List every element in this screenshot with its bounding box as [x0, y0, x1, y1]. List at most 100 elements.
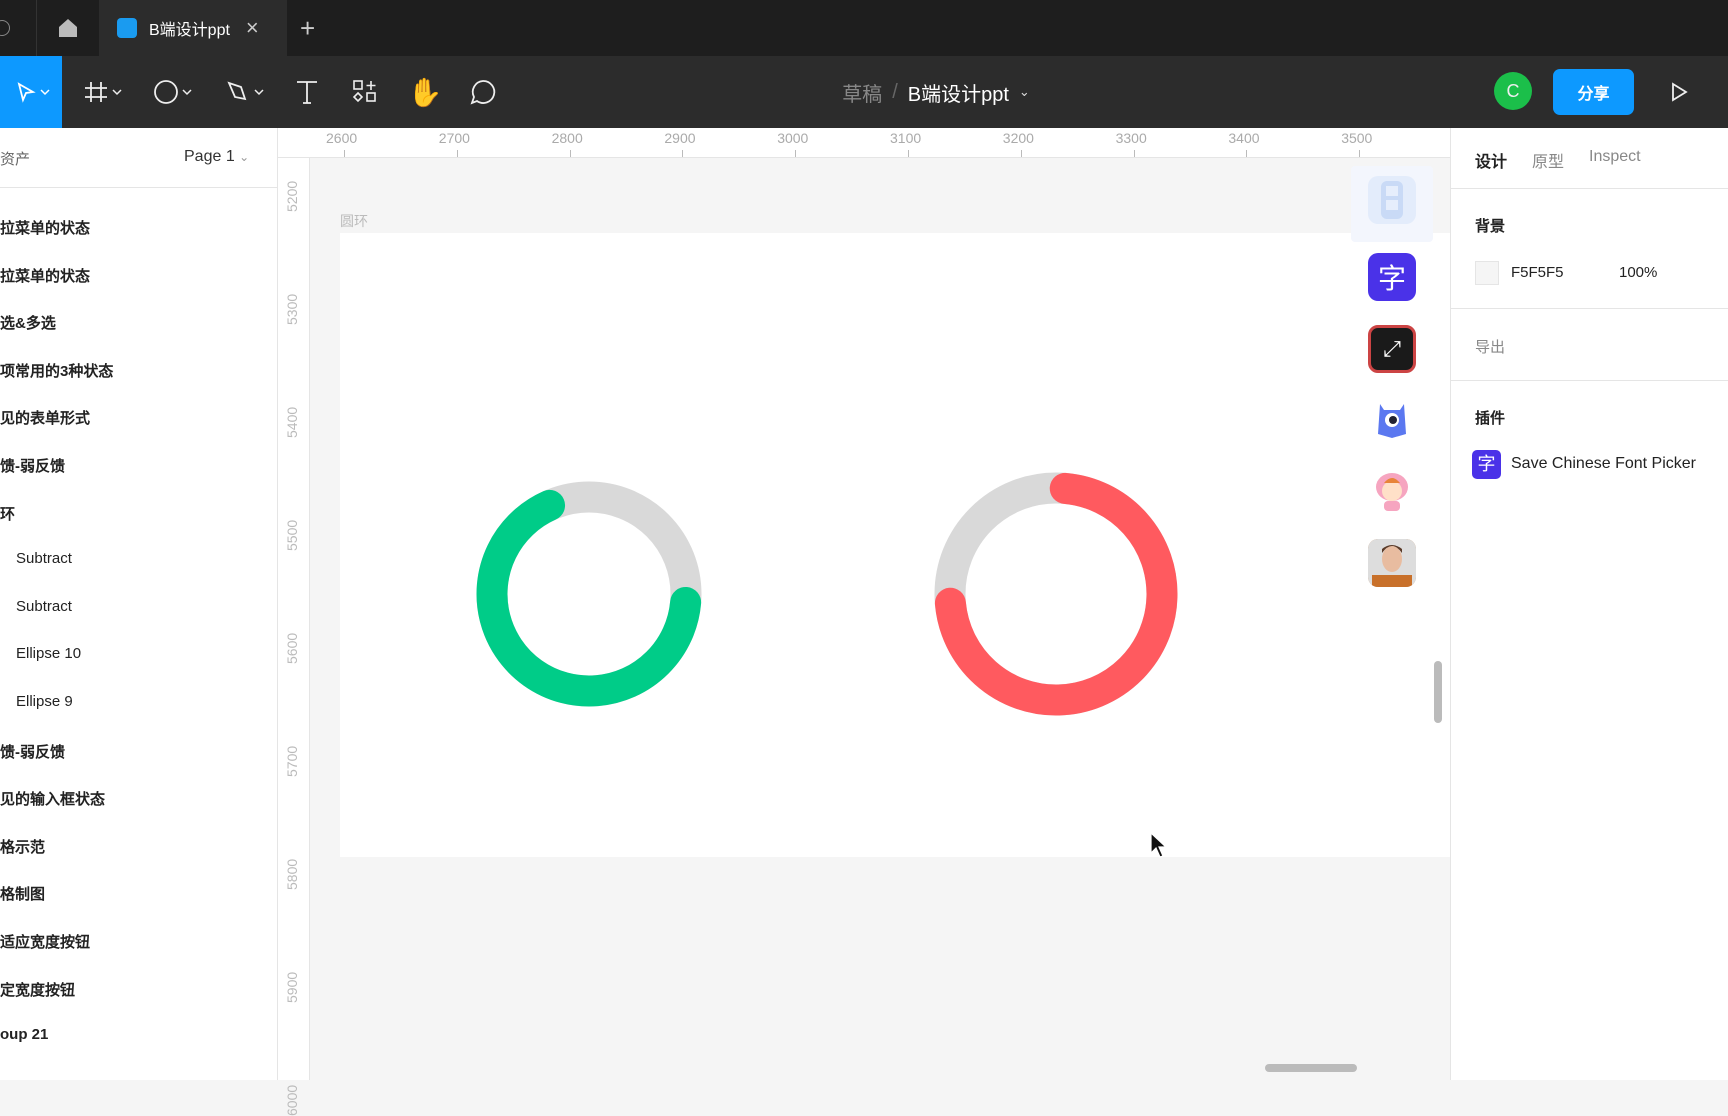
background-section: 背景 F5F5F5 100%: [1451, 188, 1728, 308]
ruler-tick-label: 5400: [284, 406, 300, 438]
frame-tool-button[interactable]: [80, 56, 130, 128]
background-color-swatch[interactable]: [1475, 261, 1499, 285]
close-tab-icon[interactable]: ×: [246, 15, 259, 41]
ruler-tick: [908, 150, 909, 157]
tab-file[interactable]: B端设计ppt ×: [99, 0, 287, 56]
file-name[interactable]: B端设计ppt: [908, 78, 1009, 107]
portrait-plugin-icon[interactable]: [1368, 539, 1416, 587]
hand-tool-icon[interactable]: ✋: [408, 56, 443, 128]
ruler-tick-label: 5200: [284, 180, 300, 212]
new-tab-button[interactable]: +: [300, 0, 326, 56]
chevron-down-icon: ⌄: [239, 150, 250, 164]
text-tool-button[interactable]: [292, 56, 322, 128]
layout-plugin-icon[interactable]: [1368, 176, 1416, 224]
assets-tab[interactable]: 资产: [0, 148, 30, 169]
ruler-tick-label: 5500: [284, 519, 300, 551]
background-opacity-value[interactable]: 100%: [1619, 264, 1657, 281]
layer-item[interactable]: 选&多选: [0, 312, 56, 333]
layer-item[interactable]: Subtract: [16, 598, 72, 615]
ruler-tick-label: 5800: [284, 858, 300, 890]
page-selector[interactable]: Page 1 ⌄: [184, 148, 249, 166]
breadcrumb-parent[interactable]: 草稿: [842, 78, 882, 107]
ruler-tick: [1020, 150, 1022, 157]
resize-plugin-icon[interactable]: ⤢: [1368, 325, 1416, 373]
ruler-tick: [682, 150, 684, 157]
plugins-heading: 插件: [1475, 410, 1506, 427]
ruler-tick-label: 2700: [438, 130, 470, 146]
vertical-scrollbar[interactable]: [1434, 661, 1442, 723]
panel-tabs: 设计 原型 Inspect: [1475, 148, 1641, 172]
layer-item[interactable]: Subtract: [16, 550, 72, 567]
ruler-tick-label: 3500: [1341, 130, 1373, 146]
breadcrumb-separator: /: [892, 80, 898, 103]
ruler-tick: [795, 150, 797, 157]
layers-panel: 资产 Page 1 ⌄ 拉菜单的状态 拉菜单的状态 选&多选项常用的3种状态 见的表单…: [0, 128, 278, 1080]
layer-item[interactable]: 馈-弱反馈: [0, 741, 65, 762]
window-circle-icon[interactable]: [0, 0, 37, 56]
rings-layer: [476, 472, 1178, 716]
ruler-tick-label: 5300: [284, 293, 300, 325]
ruler-tick-label: 3400: [1228, 130, 1260, 146]
layer-item[interactable]: 见的输入框状态: [0, 788, 105, 809]
font-picker-plugin-icon[interactable]: 字: [1368, 253, 1416, 301]
tab-design[interactable]: 设计: [1475, 148, 1507, 172]
layer-item[interactable]: 见的表单形式: [0, 407, 90, 428]
horizontal-scrollbar[interactable]: [1265, 1064, 1357, 1072]
layer-item[interactable]: 项常用的3种状态: [0, 360, 113, 381]
background-heading: 背景: [1475, 218, 1506, 235]
ruler-tick-label: 5700: [284, 745, 300, 777]
layer-item[interactable]: 拉菜单的状态: [0, 265, 90, 286]
layer-item[interactable]: Ellipse 10: [16, 645, 81, 662]
ruler-tick: [456, 150, 458, 157]
layer-item[interactable]: 定宽度按钮: [0, 979, 75, 1000]
tab-title: B端设计ppt: [149, 22, 230, 39]
layer-item[interactable]: 格示范: [0, 836, 45, 857]
ruler-tick: [1359, 150, 1361, 157]
ruler-tick: [344, 150, 345, 157]
canvas[interactable]: 圆环: [311, 159, 1450, 1080]
chevron-down-icon[interactable]: ⌄: [1019, 84, 1030, 100]
ruler-tick-label: 6000: [284, 1084, 300, 1116]
export-section[interactable]: 导出: [1451, 308, 1728, 380]
ellipse-tool-button[interactable]: [150, 56, 200, 128]
plugins-section: 插件 字 Save Chinese Font Picker: [1451, 380, 1728, 530]
ruler-tick-label: 2800: [551, 130, 583, 146]
layer-item[interactable]: oup 21: [0, 1026, 48, 1043]
monster-plugin-icon[interactable]: [1368, 396, 1416, 444]
figma-file-icon: [117, 18, 137, 38]
layer-item[interactable]: 格制图: [0, 883, 45, 904]
mouse-cursor-icon: [1150, 831, 1168, 858]
toolbar: ✋ 草稿 / B端设计ppt ⌄ C 分享: [0, 56, 1728, 128]
move-tool-button[interactable]: [0, 56, 62, 128]
ruler-tick-label: 3200: [1002, 130, 1034, 146]
layer-item[interactable]: 适应宽度按钮: [0, 931, 90, 952]
pig-avatar-plugin-icon[interactable]: [1368, 467, 1416, 515]
home-icon[interactable]: [37, 0, 99, 56]
layer-item[interactable]: Ellipse 9: [16, 693, 73, 710]
breadcrumb: 草稿 / B端设计ppt ⌄: [826, 56, 1046, 128]
pen-tool-button[interactable]: [222, 56, 272, 128]
tab-bar: B端设计ppt × +: [0, 0, 1728, 56]
share-button[interactable]: 分享: [1553, 69, 1634, 115]
tab-prototype[interactable]: 原型: [1532, 148, 1564, 172]
page-label: Page 1: [184, 148, 235, 165]
resources-tool-button[interactable]: [350, 56, 380, 128]
top-ruler: 2600 2700 2800 2900 3000 3100 3200 3300 3400 3500: [278, 128, 1450, 158]
ruler-tick-label: 2600: [326, 130, 358, 146]
font-picker-plugin-icon: 字: [1472, 450, 1501, 479]
tab-inspect[interactable]: Inspect: [1589, 148, 1641, 172]
comment-tool-button[interactable]: [466, 56, 500, 128]
user-avatar[interactable]: C: [1494, 72, 1532, 110]
ruler-tick: [1246, 150, 1248, 157]
properties-panel: 设计 原型 Inspect 背景 F5F5F5 100% 导出 插件 字 Sav…: [1450, 128, 1728, 1080]
plugin-item-save-chinese-font-picker[interactable]: Save Chinese Font Picker: [1511, 455, 1696, 473]
ruler-tick-label: 5600: [284, 632, 300, 664]
present-play-icon[interactable]: [1664, 56, 1694, 128]
layer-item[interactable]: 馈-弱反馈: [0, 455, 65, 476]
background-color-value[interactable]: F5F5F5: [1511, 264, 1564, 281]
export-heading[interactable]: 导出: [1475, 336, 1505, 357]
ruler-tick-label: 2900: [664, 130, 696, 146]
layer-item[interactable]: 环: [0, 503, 15, 524]
layer-item[interactable]: 拉菜单的状态: [0, 217, 90, 238]
ruler-tick-label: 3300: [1115, 130, 1147, 146]
